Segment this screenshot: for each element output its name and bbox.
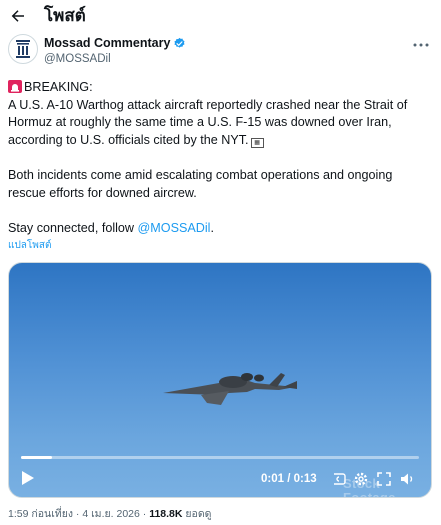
avatar[interactable]: [8, 34, 38, 64]
author-handle[interactable]: @MOSSADil: [44, 52, 111, 66]
breaking-label: BREAKING:: [24, 80, 93, 94]
police-siren-icon: [8, 80, 22, 93]
video-progress-fill: [21, 456, 52, 459]
paragraph-1: A U.S. A-10 Warthog attack aircraft repo…: [8, 97, 433, 150]
paragraph-1-text: A U.S. A-10 Warthog attack aircraft repo…: [8, 97, 408, 147]
paragraph-3-prefix: Stay connected, follow: [8, 220, 138, 235]
post-body: BREAKING: A U.S. A-10 Warthog attack air…: [8, 79, 433, 237]
paragraph-2: Both incidents come amid escalating comb…: [8, 167, 393, 200]
video-progress-bar[interactable]: [21, 456, 419, 459]
page-title: โพสต์: [44, 6, 86, 25]
post-header: Mossad Commentary @MOSSADil: [0, 34, 441, 70]
back-button[interactable]: [6, 4, 30, 28]
top-bar: โพสต์: [0, 0, 441, 32]
video-player[interactable]: 0:01 / 0:13 Stock Footage: [8, 262, 432, 498]
author-display-name[interactable]: Mossad Commentary: [44, 36, 170, 51]
more-options-button[interactable]: [411, 36, 431, 54]
author-name-row: Mossad Commentary: [44, 36, 186, 51]
post-meta: 1:59 ก่อนเที่ยง · 4 เม.ย. 2026 · 118.8K …: [8, 507, 212, 521]
arrow-left-icon: [11, 10, 24, 22]
translate-post-link[interactable]: แปลโพสต์: [8, 240, 51, 252]
breaking-line: BREAKING:: [8, 79, 433, 97]
emblem-avatar-icon: [10, 36, 36, 62]
paragraph-3: Stay connected, follow @MOSSADil.: [8, 220, 433, 238]
views-label: ยอดดู: [185, 508, 212, 520]
views-count: 118.8K: [149, 508, 183, 520]
mention-link[interactable]: @MOSSADil: [138, 221, 211, 235]
more-horizontal-icon: [413, 43, 429, 47]
play-button[interactable]: [21, 470, 37, 488]
video-watermark: Stock Footage: [343, 476, 396, 498]
play-icon: [22, 471, 34, 485]
paragraph-3-suffix: .: [210, 220, 214, 235]
verified-badge-icon: [174, 37, 185, 48]
a10-aircraft-image: [163, 373, 297, 405]
post-timestamp[interactable]: 1:59 ก่อนเที่ยง · 4 เม.ย. 2026 ·: [8, 508, 146, 520]
newspaper-glyph-icon: ▦: [250, 137, 264, 148]
video-time: 0:01 / 0:13: [261, 473, 317, 485]
